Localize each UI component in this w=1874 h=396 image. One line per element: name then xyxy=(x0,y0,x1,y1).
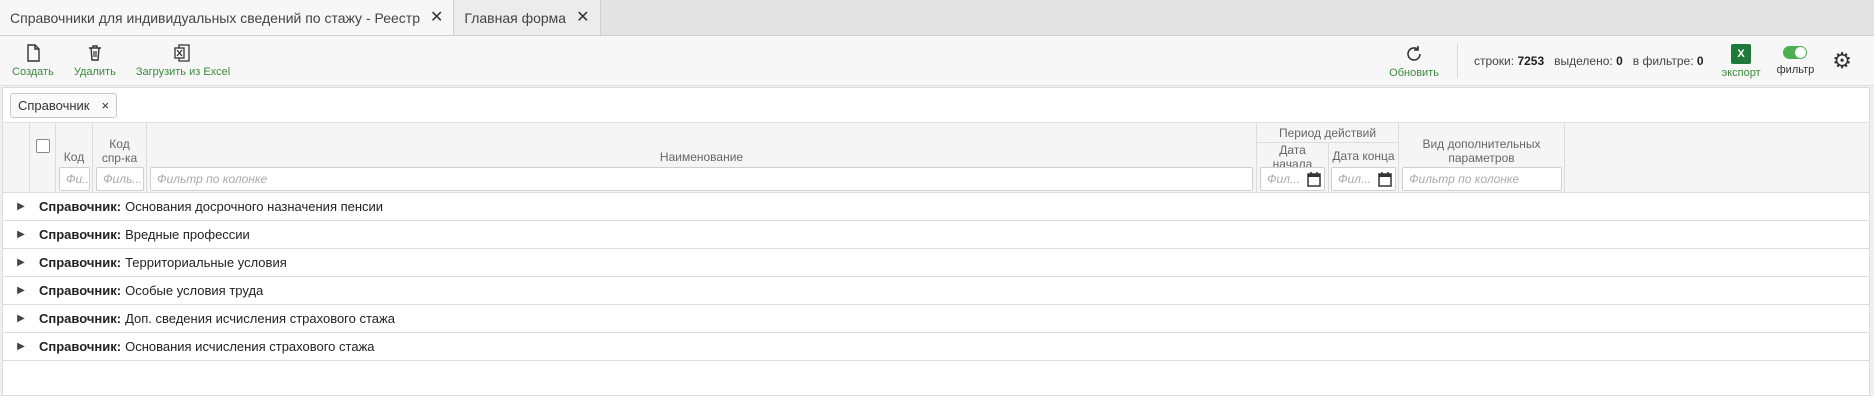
col-date-end-title[interactable]: Дата конца xyxy=(1328,149,1399,163)
expand-arrow-icon[interactable]: ▶ xyxy=(3,257,39,268)
calendar-icon[interactable] xyxy=(1378,171,1392,187)
create-label: Создать xyxy=(12,66,54,78)
group-row[interactable]: ▶ Справочник: Вредные профессии xyxy=(3,221,1869,249)
excel-icon: X xyxy=(1731,43,1752,64)
col-extra-title: Вид дополнительных параметров xyxy=(1422,137,1541,165)
export-button[interactable]: X экспорт xyxy=(1722,37,1761,85)
group-row[interactable]: ▶ Справочник: Основания досрочного назначе… xyxy=(3,193,1869,221)
filter-toggle[interactable]: фильтр xyxy=(1776,37,1815,85)
trash-icon xyxy=(88,45,101,61)
name-filter-input[interactable]: Фильтр по колонке xyxy=(150,167,1253,191)
col-name-title: Наименование xyxy=(659,150,744,164)
extra-filter-input[interactable]: Фильтр по колонке xyxy=(1402,167,1562,191)
refresh-icon xyxy=(1407,45,1421,61)
toolbar-right: Обновить строки: 7253 выделено: 0 в филь… xyxy=(1389,36,1874,86)
refresh-label: Обновить xyxy=(1389,66,1439,79)
group-prefix: Справочник: xyxy=(39,199,122,214)
excel-file-icon xyxy=(174,44,190,62)
group-value: Основания исчисления страхового стажа xyxy=(125,339,375,354)
new-document-icon xyxy=(27,44,40,62)
col-period-title: Период действий xyxy=(1278,126,1377,140)
group-row[interactable]: ▶ Справочник: Основания исчисления страхов… xyxy=(3,333,1869,361)
code-filter-input[interactable]: Фи... xyxy=(59,167,90,191)
group-prefix: Справочник: xyxy=(39,311,122,326)
select-column xyxy=(30,123,56,193)
group-value: Доп. сведения исчисления страхового стаж… xyxy=(125,311,395,326)
data-grid: Код Фи... Код спр-ка Филь... Наименовани… xyxy=(3,123,1869,361)
col-ref-code-title: Код спр-ка xyxy=(101,137,138,165)
export-label: экспорт xyxy=(1721,66,1761,79)
col-ref-code[interactable]: Код спр-ка Филь... xyxy=(93,123,147,193)
create-button[interactable]: Создать xyxy=(12,37,54,85)
calendar-icon[interactable] xyxy=(1307,171,1321,187)
group-value: Территориальные условия xyxy=(125,255,287,270)
tab-registry-label: Справочники для индивидуальных сведений … xyxy=(10,9,420,26)
col-name[interactable]: Наименование Фильтр по колонке xyxy=(147,123,1257,193)
divider xyxy=(1456,44,1458,78)
registry-panel: Справочник × Код Фи... Код спр-ка Филь..… xyxy=(2,87,1870,396)
grid-header: Код Фи... Код спр-ка Филь... Наименовани… xyxy=(3,123,1869,193)
gear-icon[interactable]: ⚙ xyxy=(1832,50,1852,72)
col-code[interactable]: Код Фи... xyxy=(56,123,93,193)
select-all-checkbox[interactable] xyxy=(36,139,50,153)
selected-count: выделено: 0 xyxy=(1554,54,1623,68)
expand-arrow-icon[interactable]: ▶ xyxy=(3,341,39,352)
row-stats: строки: 7253 выделено: 0 в фильтре: 0 xyxy=(1474,54,1704,68)
group-prefix: Справочник: xyxy=(39,283,122,298)
refresh-button[interactable]: Обновить xyxy=(1389,37,1439,85)
date-start-filter-input[interactable]: Фил... xyxy=(1260,167,1325,191)
group-chip-label: Справочник xyxy=(18,97,90,113)
toolbar: Создать Удалить Загрузить из Excel Обнов… xyxy=(0,36,1874,86)
group-value: Особые условия труда xyxy=(125,283,264,298)
group-row[interactable]: ▶ Справочник: Территориальные условия xyxy=(3,249,1869,277)
group-prefix: Справочник: xyxy=(39,255,122,270)
grid-body: ▶ Справочник: Основания досрочного назначе… xyxy=(3,193,1869,361)
toggle-switch[interactable] xyxy=(1783,46,1808,59)
expand-arrow-icon[interactable]: ▶ xyxy=(3,201,39,212)
close-icon[interactable]: ✕ xyxy=(430,9,443,26)
expand-column xyxy=(3,123,30,193)
tab-registry[interactable]: Справочники для индивидуальных сведений … xyxy=(0,0,455,35)
close-icon[interactable]: ✕ xyxy=(576,9,589,26)
expand-arrow-icon[interactable]: ▶ xyxy=(3,229,39,240)
group-row[interactable]: ▶ Справочник: Особые условия труда xyxy=(3,277,1869,305)
filter-label: фильтр xyxy=(1776,64,1815,76)
group-prefix: Справочник: xyxy=(39,339,122,354)
grouping-bar: Справочник × xyxy=(3,88,1869,123)
delete-button[interactable]: Удалить xyxy=(74,37,116,85)
date-end-filter-input[interactable]: Фил... xyxy=(1331,167,1396,191)
col-extra-params[interactable]: Вид дополнительных параметров Фильтр по … xyxy=(1399,123,1565,193)
group-value: Вредные профессии xyxy=(125,227,250,242)
tab-main-form-label: Главная форма xyxy=(464,9,567,26)
ref-code-filter-input[interactable]: Филь... xyxy=(96,167,144,191)
expand-arrow-icon[interactable]: ▶ xyxy=(3,285,39,296)
expand-arrow-icon[interactable]: ▶ xyxy=(3,313,39,324)
delete-label: Удалить xyxy=(73,66,116,78)
infilter-count: в фильтре: 0 xyxy=(1632,54,1704,68)
tab-bar: Справочники для индивидуальных сведений … xyxy=(0,0,1874,36)
col-period-group: Период действий Дата начала Дата конца Ф… xyxy=(1257,123,1399,193)
tab-main-form[interactable]: Главная форма ✕ xyxy=(454,0,601,35)
load-excel-label: Загрузить из Excel xyxy=(135,66,231,78)
group-row[interactable]: ▶ Справочник: Доп. сведения исчисления стр… xyxy=(3,305,1869,333)
close-icon[interactable]: × xyxy=(102,98,110,113)
group-chip[interactable]: Справочник × xyxy=(10,92,118,118)
rows-count: строки: 7253 xyxy=(1473,54,1545,68)
group-value: Основания досрочного назначения пенсии xyxy=(125,199,384,214)
col-code-title: Код xyxy=(63,150,85,164)
group-prefix: Справочник: xyxy=(39,227,122,242)
load-excel-button[interactable]: Загрузить из Excel xyxy=(136,37,230,85)
